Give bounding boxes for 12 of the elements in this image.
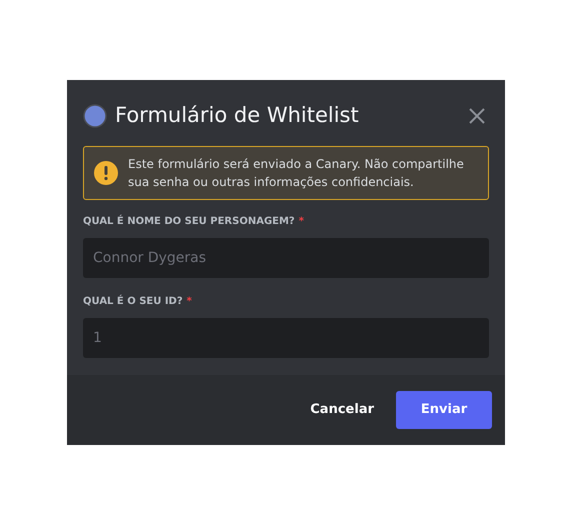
cancel-button[interactable]: Cancelar [310, 400, 374, 420]
avatar-icon [83, 104, 107, 128]
input-field[interactable]: 1 [83, 318, 489, 358]
field-label: QUAL É NOME DO SEU PERSONAGEM? [83, 214, 295, 228]
input-field[interactable]: Connor Dygeras [83, 238, 489, 278]
required-mark: * [186, 294, 192, 308]
warning-icon [94, 160, 118, 184]
dialog-title: Formulário de Whitelist [115, 102, 359, 129]
required-mark: * [298, 214, 304, 228]
field-label: QUAL É O SEU ID? [83, 294, 183, 308]
notice-text: Este formulário será enviado a Canary. Não compartilhe sua senha ou outras informações confidenciais. [128, 156, 465, 190]
submit-button[interactable]: Enviar [396, 391, 492, 429]
